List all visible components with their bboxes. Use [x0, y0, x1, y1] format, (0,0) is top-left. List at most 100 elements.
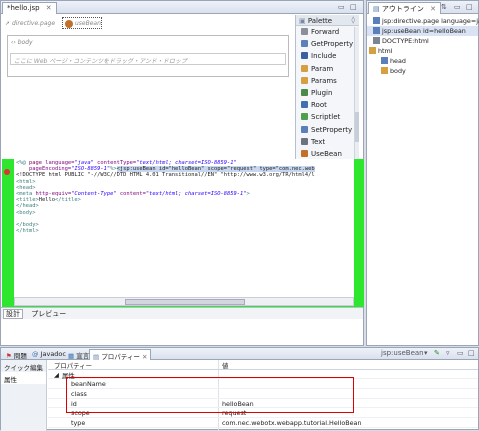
source-token: Hello	[38, 197, 55, 204]
problems-icon: ⚑	[6, 352, 12, 360]
usebean-element[interactable]: useBean	[62, 17, 102, 29]
palette-item-text[interactable]: Text	[296, 136, 359, 148]
minimize-icon[interactable]: ▭	[457, 349, 464, 357]
source-line[interactable]: </html>	[14, 228, 354, 234]
source-hscroll-thumb[interactable]	[125, 299, 245, 305]
property-name: id	[71, 399, 77, 408]
palette-item-scriptlet[interactable]: Scriptlet	[296, 111, 359, 123]
maximize-icon[interactable]: □	[350, 3, 357, 11]
editor-tab-hello-jsp[interactable]: *hello.jsp ✕	[2, 2, 57, 14]
palette-item-forward[interactable]: Forward	[296, 26, 359, 38]
palette-item-label: Forward	[311, 28, 340, 36]
editor-panel: *hello.jsp ✕ ▭ □ ➚ directive.page useBea…	[0, 0, 364, 346]
properties-panel: ⚑ 問題 @ Javadoc ▦ 宣言 ▤ プロパティー ✕ jsp:useBe…	[0, 347, 479, 431]
outline-item[interactable]: html	[367, 46, 478, 56]
palette-item-label: Params	[311, 76, 337, 85]
tag-icon: ‹›	[11, 39, 16, 46]
forward-icon	[301, 28, 308, 35]
outline-panel: ▤ アウトライン ✕ ⇅ ▭ □ jsp:directive.page lang…	[366, 0, 479, 346]
bean-icon	[65, 20, 73, 28]
palette-header[interactable]: ▣ Palette ◊	[296, 15, 359, 26]
node-icon	[381, 57, 388, 64]
outline-item-label: DOCTYPE:html	[382, 37, 429, 45]
source-token: http-equiv=	[35, 190, 72, 197]
palette-item-plugin[interactable]: Plugin	[296, 87, 359, 99]
expand-icon[interactable]: ◢	[54, 371, 59, 379]
design-view[interactable]: ➚ directive.page useBean ‹› body ここに Web…	[2, 15, 294, 161]
outline-item[interactable]: jsp:directive.page language=jav	[367, 16, 479, 26]
palette-item-params[interactable]: Params	[296, 75, 359, 87]
tab-preview[interactable]: プレビュー	[31, 310, 66, 318]
drop-hint[interactable]: ここに Web ページ・コンテンツをドラッグ・アンド・ドロップ	[10, 53, 286, 65]
outline-item[interactable]: head	[367, 56, 478, 66]
tab-problems[interactable]: ⚑ 問題	[3, 349, 30, 360]
error-marker-icon[interactable]	[4, 169, 10, 175]
palette-scrollbar[interactable]	[354, 27, 359, 161]
header-value[interactable]: 値	[222, 361, 228, 370]
source-token: content=	[116, 190, 146, 197]
source-token: </head>	[16, 203, 39, 210]
view-menu-icon[interactable]: ▾	[424, 349, 428, 357]
property-row-beanname[interactable]: beanName	[48, 379, 478, 390]
tab-properties[interactable]: ▤ プロパティー ✕	[89, 349, 152, 361]
node-icon	[369, 47, 376, 54]
palette-menu-icon[interactable]: ◊	[352, 16, 355, 24]
property-row-id[interactable]: id helloBean	[48, 399, 478, 409]
outline-item[interactable]: jsp:useBean id=helloBean	[367, 26, 478, 36]
property-row-class[interactable]: class	[48, 389, 478, 399]
tab-design[interactable]: 設計	[3, 309, 23, 319]
palette-item-root[interactable]: Root	[296, 99, 359, 111]
body-label: ‹› body	[11, 39, 33, 46]
outline-item-label: html	[378, 47, 393, 55]
outline-item-label: jsp:directive.page language=jav	[382, 17, 479, 25]
close-icon[interactable]: ✕	[430, 5, 436, 13]
source-token: <!DOCTYPE html PUBLIC "-//W3C//DTD HTML …	[16, 172, 315, 179]
source-token: <title>	[16, 197, 39, 204]
filter-icon[interactable]: ▿	[446, 349, 450, 357]
outline-item[interactable]: body	[367, 66, 478, 76]
maximize-icon[interactable]: □	[468, 349, 475, 357]
palette-item-label: Param	[311, 64, 334, 73]
outline-tab[interactable]: ▤ アウトライン ✕	[368, 2, 441, 14]
group-row[interactable]: ◢ 属性	[48, 370, 478, 380]
getproperty-icon	[301, 40, 308, 48]
property-value[interactable]: helloBean	[222, 400, 254, 408]
palette-scroll-thumb[interactable]	[355, 112, 359, 142]
tab-javadoc[interactable]: @ Javadoc	[29, 349, 69, 360]
palette-item-label: Scriptlet	[311, 113, 341, 122]
source-line[interactable]: <!DOCTYPE html PUBLIC "-//W3C//DTD HTML …	[14, 172, 354, 178]
property-value[interactable]: com.nec.webotx.webapp.tutorial.HelloBean	[222, 419, 362, 427]
palette-item-setproperty[interactable]: SetProperty	[296, 124, 359, 136]
body-container[interactable]: ‹› body ここに Web ページ・コンテンツをドラッグ・アンド・ドロップ	[7, 35, 289, 77]
directive-page-tag[interactable]: ➚ directive.page	[5, 20, 55, 27]
header-property[interactable]: プロパティー	[54, 361, 92, 370]
source-token: <jsp:useBean id="helloBean" scope="reque…	[116, 166, 315, 173]
source-token: %>	[110, 166, 117, 173]
palette-item-label: SetProperty	[311, 125, 353, 134]
close-icon[interactable]: ✕	[46, 4, 52, 12]
property-row-scope[interactable]: scope request	[48, 408, 478, 419]
palette-title: Palette	[307, 17, 333, 25]
property-row-type[interactable]: type com.nec.webotx.webapp.tutorial.Hello…	[48, 418, 478, 428]
palette-item-getproperty[interactable]: GetProperty	[296, 38, 359, 50]
side-tab-attributes[interactable]: 属性	[1, 372, 46, 384]
source-token: "java"	[74, 160, 94, 166]
source-token: >	[246, 190, 250, 197]
property-rows: beanName class id helloBean scope request type…	[48, 379, 478, 428]
source-code[interactable]: <%@ page language="java" contentType="te…	[14, 159, 354, 297]
side-tab-quick-edit[interactable]: クイック編集	[1, 360, 46, 372]
outline-item[interactable]: DOCTYPE:html	[367, 36, 478, 46]
setproperty-icon	[301, 125, 308, 133]
maximize-icon[interactable]: □	[466, 3, 473, 11]
javadoc-icon: @	[32, 350, 39, 358]
palette-item-label: Text	[311, 137, 326, 146]
pin-icon[interactable]: ✎	[434, 349, 440, 357]
palette-item-param[interactable]: Param	[296, 63, 359, 75]
minimize-icon[interactable]: ▭	[338, 3, 345, 11]
palette-item-include[interactable]: Include	[296, 50, 359, 62]
source-hscrollbar[interactable]	[14, 297, 354, 306]
minimize-icon[interactable]: ▭	[454, 3, 461, 11]
property-value[interactable]: request	[222, 409, 246, 417]
sort-icon[interactable]: ⇅	[441, 3, 447, 11]
property-name: type	[71, 419, 86, 428]
